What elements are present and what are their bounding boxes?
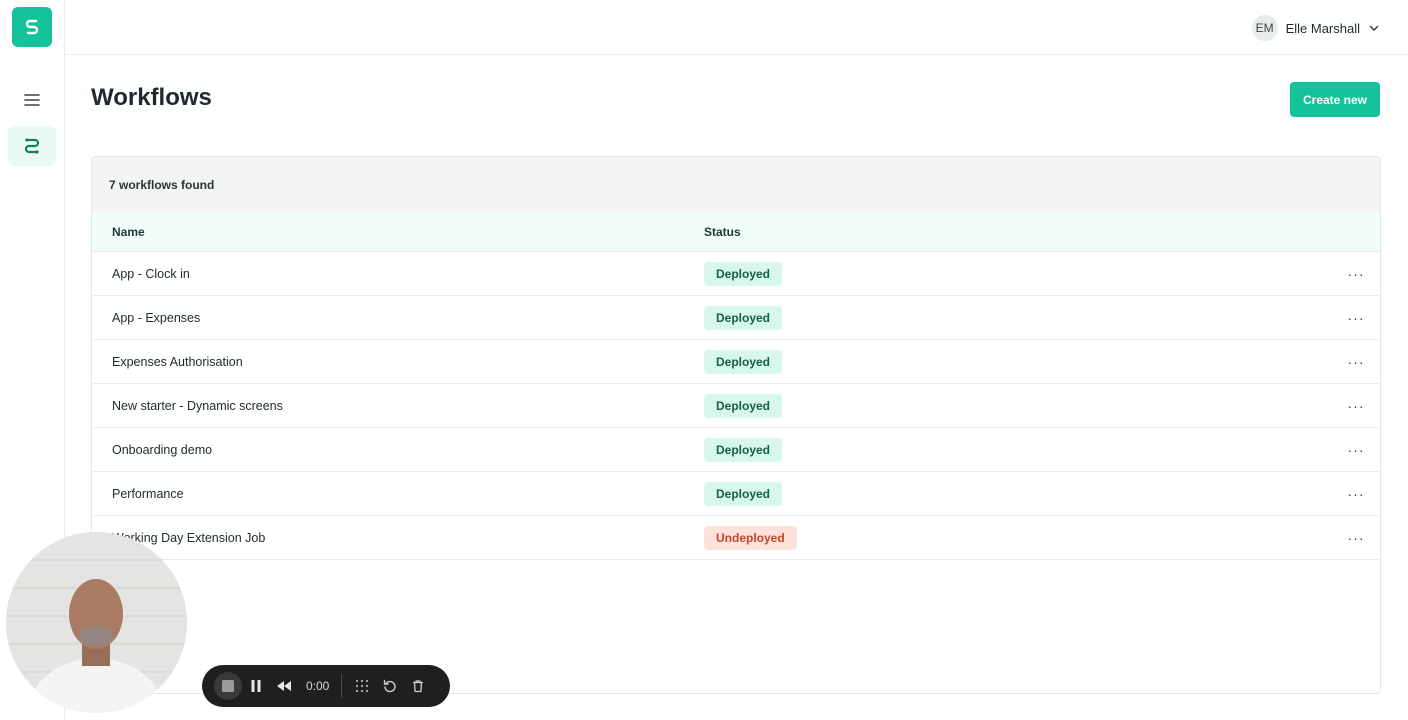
more-options-icon[interactable]: ··· [1336, 310, 1376, 326]
workflow-name[interactable]: Performance [92, 487, 704, 501]
table-row[interactable]: App - Expenses Deployed ··· [92, 296, 1380, 340]
menu-toggle-button[interactable] [18, 86, 46, 114]
user-menu[interactable]: EM Elle Marshall [1251, 14, 1380, 42]
brand-s-icon [25, 19, 39, 35]
webcam-video-frame [6, 532, 187, 713]
top-header: EM Elle Marshall [65, 0, 1408, 55]
status-badge: Deployed [704, 437, 783, 462]
pause-icon [251, 680, 261, 692]
hamburger-icon [24, 94, 40, 106]
webcam-preview[interactable] [6, 532, 187, 713]
status-badge: Deployed [704, 305, 783, 330]
brand-logo[interactable] [12, 7, 52, 47]
more-options-icon[interactable]: ··· [1336, 530, 1376, 546]
page-title: Workflows [91, 84, 212, 111]
more-options-icon[interactable]: ··· [1336, 398, 1376, 414]
restart-icon [384, 679, 397, 693]
delete-recording-button[interactable] [404, 672, 432, 700]
workflow-name[interactable]: Expenses Authorisation [92, 355, 704, 369]
table-row[interactable]: Performance Deployed ··· [92, 472, 1380, 516]
workflow-name[interactable]: App - Clock in [92, 267, 704, 281]
rewind-button[interactable] [270, 672, 298, 700]
workflow-name[interactable]: Onboarding demo [92, 443, 704, 457]
more-options-icon[interactable]: ··· [1336, 442, 1376, 458]
recording-toolbar: 0:00 [202, 665, 450, 707]
drag-handle[interactable] [348, 672, 376, 700]
table-row[interactable]: Expenses Authorisation Deployed ··· [92, 340, 1380, 384]
rewind-icon [277, 681, 291, 691]
workflow-name[interactable]: New starter - Dynamic screens [92, 399, 704, 413]
column-header-status[interactable]: Status [704, 225, 1380, 239]
avatar: EM [1251, 15, 1278, 41]
table-header: Name Status [92, 212, 1380, 252]
table-row[interactable]: Working Day Extension Job Undeployed ··· [92, 516, 1380, 560]
table-row[interactable]: App - Clock in Deployed ··· [92, 252, 1380, 296]
pause-recording-button[interactable] [242, 672, 270, 700]
status-badge: Deployed [704, 481, 783, 506]
workflows-panel: 7 workflows found Name Status App - Cloc… [91, 156, 1381, 694]
user-name: Elle Marshall [1285, 20, 1360, 36]
trash-icon [413, 680, 424, 693]
stop-icon [222, 680, 234, 692]
chevron-down-icon [1369, 25, 1379, 31]
status-badge: Undeployed [704, 525, 797, 550]
recording-timer: 0:00 [306, 679, 330, 693]
toolbar-divider [341, 674, 343, 698]
workflow-name[interactable]: Working Day Extension Job [92, 531, 704, 545]
more-options-icon[interactable]: ··· [1336, 354, 1376, 370]
restart-recording-button[interactable] [376, 672, 404, 700]
table-row[interactable]: Onboarding demo Deployed ··· [92, 428, 1380, 472]
table-row[interactable]: New starter - Dynamic screens Deployed ·… [92, 384, 1380, 428]
status-badge: Deployed [704, 261, 783, 286]
sidebar-item-workflows[interactable] [8, 126, 56, 166]
grid-dots-icon [356, 680, 369, 692]
column-header-name[interactable]: Name [92, 225, 704, 239]
workflow-icon [24, 138, 40, 154]
more-options-icon[interactable]: ··· [1336, 486, 1376, 502]
status-badge: Deployed [704, 393, 783, 418]
status-badge: Deployed [704, 349, 783, 374]
results-count: 7 workflows found [92, 157, 1380, 212]
workflow-name[interactable]: App - Expenses [92, 311, 704, 325]
more-options-icon[interactable]: ··· [1336, 266, 1376, 282]
create-new-button[interactable]: Create new [1290, 82, 1380, 117]
stop-recording-button[interactable] [214, 672, 242, 700]
